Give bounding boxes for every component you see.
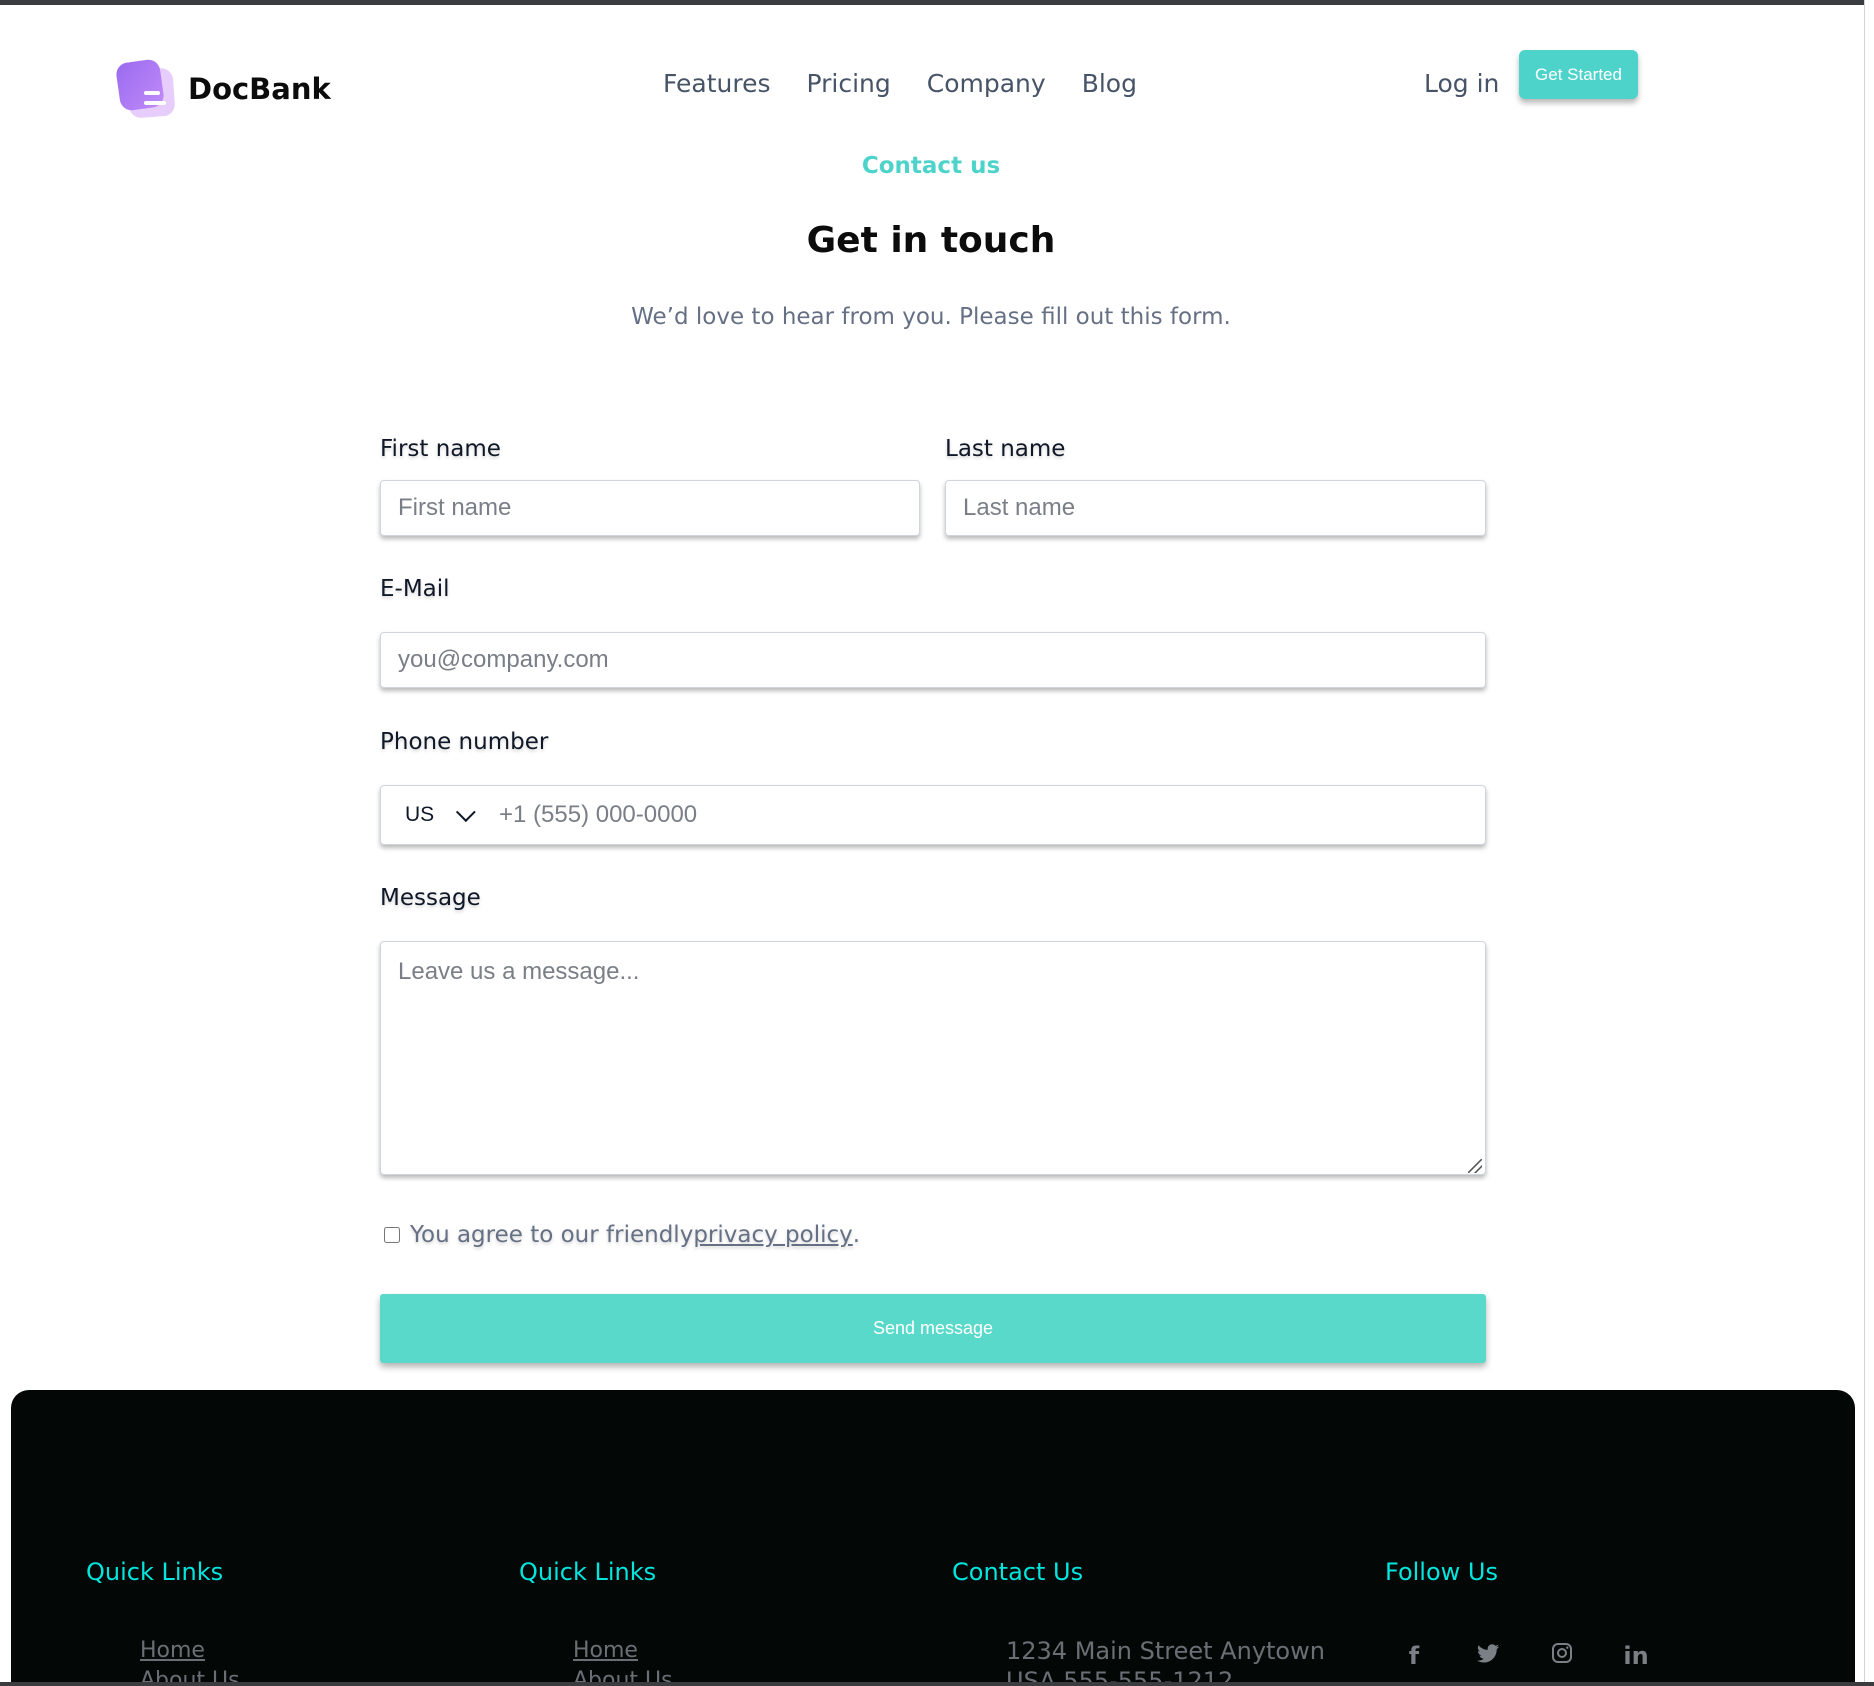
message-label: Message bbox=[380, 885, 481, 911]
docbank-logo-icon bbox=[114, 57, 178, 121]
section-eyebrow: Contact us bbox=[861, 153, 1001, 179]
email-label: E-Mail bbox=[380, 576, 450, 602]
agree-suffix: . bbox=[852, 1222, 861, 1248]
message-field[interactable] bbox=[380, 941, 1486, 1175]
phone-field-group: US bbox=[380, 785, 1486, 845]
facebook-icon[interactable]: f bbox=[1401, 1642, 1427, 1670]
footer-link-home[interactable]: Home bbox=[140, 1636, 240, 1666]
email-field[interactable] bbox=[380, 632, 1486, 688]
brand-name: DocBank bbox=[188, 72, 331, 106]
nav-link-features[interactable]: Features bbox=[663, 69, 771, 98]
window-bottom-edge bbox=[0, 1682, 1874, 1686]
footer-heading: Quick Links bbox=[86, 1558, 224, 1586]
last-name-field[interactable] bbox=[945, 480, 1486, 536]
chevron-down-icon bbox=[456, 802, 476, 823]
get-started-button[interactable]: Get Started bbox=[1519, 50, 1638, 99]
privacy-agreement: You agree to our friendly privacy policy… bbox=[384, 1222, 860, 1248]
phone-label: Phone number bbox=[380, 729, 549, 755]
first-name-label: First name bbox=[380, 436, 501, 462]
send-message-button[interactable]: Send message bbox=[380, 1294, 1486, 1363]
brand-logo[interactable]: DocBank bbox=[114, 57, 331, 121]
phone-field[interactable] bbox=[499, 786, 1485, 844]
window-right-edge bbox=[1864, 0, 1874, 1686]
nav-link-company[interactable]: Company bbox=[927, 69, 1046, 98]
login-link[interactable]: Log in bbox=[1424, 69, 1499, 98]
site-footer: Quick Links Home About Us Quick Links Ho… bbox=[11, 1390, 1855, 1686]
footer-heading: Follow Us bbox=[1385, 1558, 1498, 1586]
twitter-icon[interactable] bbox=[1475, 1642, 1501, 1670]
footer-column-quick-links-2: Quick Links Home About Us bbox=[519, 1558, 673, 1686]
main-nav: Features Pricing Company Blog bbox=[663, 69, 1137, 98]
footer-heading: Contact Us bbox=[952, 1558, 1084, 1586]
privacy-checkbox[interactable] bbox=[384, 1227, 400, 1243]
footer-heading: Quick Links bbox=[519, 1558, 657, 1586]
footer-address-line: 1234 Main Street Anytown bbox=[1006, 1637, 1325, 1665]
agree-text: You agree to our friendly bbox=[410, 1222, 694, 1248]
country-code: US bbox=[405, 803, 435, 826]
linkedin-icon[interactable]: in bbox=[1623, 1642, 1649, 1670]
last-name-label: Last name bbox=[945, 436, 1066, 462]
country-select[interactable]: US bbox=[381, 802, 499, 827]
first-name-field[interactable] bbox=[380, 480, 920, 536]
footer-column-quick-links-1: Quick Links Home About Us bbox=[86, 1558, 240, 1686]
instagram-icon[interactable] bbox=[1549, 1642, 1575, 1670]
privacy-policy-link[interactable]: privacy policy bbox=[693, 1222, 852, 1248]
site-header: DocBank Features Pricing Company Blog Lo… bbox=[0, 5, 1862, 155]
resize-handle-icon[interactable] bbox=[1468, 1159, 1482, 1173]
page-subtitle: We’d love to hear from you. Please fill … bbox=[631, 304, 1231, 330]
footer-link-home[interactable]: Home bbox=[573, 1636, 673, 1666]
footer-column-follow: Follow Us f in bbox=[1385, 1558, 1649, 1670]
page-title: Get in touch bbox=[806, 220, 1056, 261]
nav-link-blog[interactable]: Blog bbox=[1082, 69, 1137, 98]
footer-column-contact: Contact Us 1234 Main Street Anytown USA … bbox=[952, 1558, 1325, 1686]
nav-link-pricing[interactable]: Pricing bbox=[807, 69, 891, 98]
